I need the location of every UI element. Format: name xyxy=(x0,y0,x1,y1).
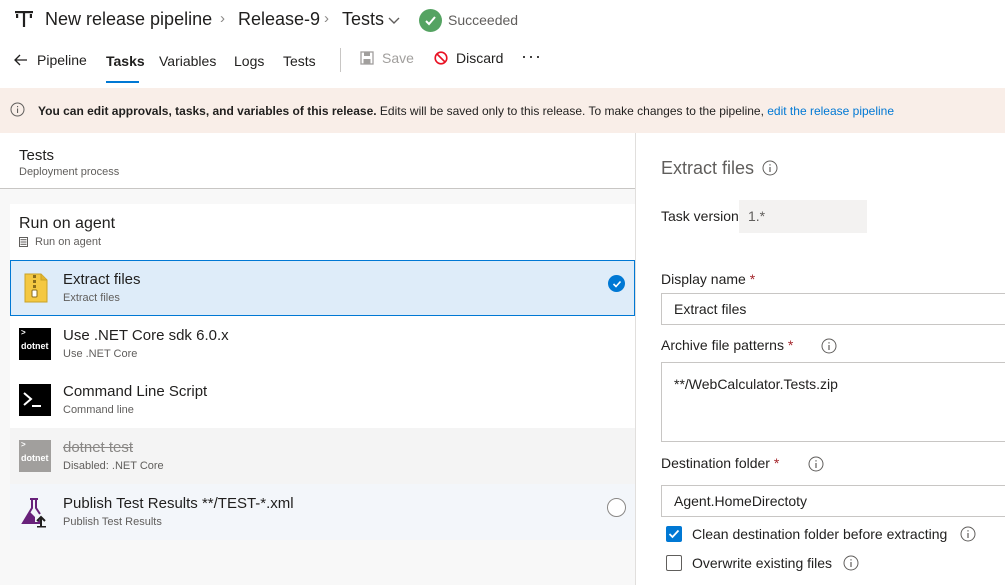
task-version-select[interactable]: 1.* xyxy=(739,200,867,233)
task-subtitle: Use .NET Core xyxy=(63,348,138,360)
breadcrumb-separator-icon: › xyxy=(220,10,225,27)
task-command-line-script[interactable]: Command Line Script Command line xyxy=(10,372,635,428)
task-subtitle: Disabled: .NET Core xyxy=(63,460,164,472)
task-details-panel: Extract files Task version 1.* Display n… xyxy=(637,133,1005,585)
server-icon xyxy=(19,237,28,247)
tab-tests[interactable]: Tests xyxy=(283,53,316,69)
info-icon[interactable] xyxy=(843,555,859,571)
terminal-icon xyxy=(19,384,51,416)
overwrite-files-checkbox[interactable] xyxy=(666,555,682,571)
archive-patterns-textarea[interactable]: **/WebCalculator.Tests.zip xyxy=(661,362,1005,442)
tab-logs[interactable]: Logs xyxy=(234,53,264,69)
toolbar-divider xyxy=(340,48,341,72)
zip-archive-icon xyxy=(24,273,48,303)
info-icon xyxy=(10,102,25,117)
save-label: Save xyxy=(382,50,414,66)
breadcrumb-pipeline[interactable]: New release pipeline xyxy=(45,9,212,30)
save-button[interactable]: Save xyxy=(360,50,414,66)
agent-job[interactable]: Run on agent Run on agent xyxy=(10,204,635,260)
breadcrumb-release[interactable]: Release-9 xyxy=(238,9,320,30)
task-title: Extract files xyxy=(63,271,141,288)
required-marker: * xyxy=(749,271,756,287)
dotnet-icon: > dotnet xyxy=(19,328,51,360)
archive-patterns-label-text: Archive file patterns xyxy=(661,337,784,353)
arrow-left-icon xyxy=(14,54,27,66)
deployment-process-panel: Tests Deployment process Run on agent Ru… xyxy=(0,133,636,585)
edit-info-banner: You can edit approvals, tasks, and varia… xyxy=(0,88,1005,133)
stage-title: Tests xyxy=(19,147,55,164)
clean-destination-label: Clean destination folder before extracti… xyxy=(692,526,948,542)
flask-upload-icon xyxy=(21,498,46,528)
task-version-label: Task version xyxy=(661,208,739,224)
task-select-radio[interactable] xyxy=(607,498,626,517)
task-title: dotnet test xyxy=(63,439,134,456)
destination-folder-label: Destination folder * xyxy=(661,455,779,471)
info-icon[interactable] xyxy=(762,160,778,176)
display-name-label-text: Display name xyxy=(661,271,746,287)
required-marker: * xyxy=(787,337,794,353)
task-use-dotnet-sdk[interactable]: > dotnet Use .NET Core sdk 6.0.x Use .NE… xyxy=(10,316,635,372)
discard-button[interactable]: Discard xyxy=(434,50,503,66)
chevron-down-icon[interactable] xyxy=(387,13,401,27)
more-actions-icon[interactable]: ··· xyxy=(521,46,542,67)
destination-folder-label-text: Destination folder xyxy=(661,455,770,471)
clean-destination-checkbox[interactable] xyxy=(666,526,682,542)
agent-job-subtitle: Run on agent xyxy=(19,236,101,248)
task-dotnet-test[interactable]: > dotnet dotnet test Disabled: .NET Core xyxy=(10,428,635,484)
stage-subtitle: Deployment process xyxy=(19,166,120,178)
archive-patterns-label: Archive file patterns * xyxy=(661,337,793,353)
breadcrumb-separator-icon: › xyxy=(324,10,329,27)
task-subtitle: Publish Test Results xyxy=(63,516,162,528)
stage-header[interactable]: Tests Deployment process xyxy=(0,133,635,189)
task-publish-test-results[interactable]: Publish Test Results **/TEST-*.xml Publi… xyxy=(10,484,635,540)
task-title: Use .NET Core sdk 6.0.x xyxy=(63,327,229,344)
details-title: Extract files xyxy=(661,158,755,178)
back-label: Pipeline xyxy=(37,52,87,68)
status-text: Succeeded xyxy=(448,12,519,28)
success-check-icon xyxy=(419,8,442,32)
active-tab-indicator xyxy=(106,81,139,83)
breadcrumb-stage[interactable]: Tests xyxy=(342,9,384,30)
task-subtitle: Command line xyxy=(63,404,134,416)
banner-bold-text: You can edit approvals, tasks, and varia… xyxy=(38,104,377,118)
info-icon[interactable] xyxy=(808,456,824,472)
edit-release-pipeline-link[interactable]: edit the release pipeline xyxy=(767,104,894,118)
back-to-pipeline-link[interactable]: Pipeline xyxy=(14,52,87,68)
overwrite-files-label: Overwrite existing files xyxy=(692,555,833,571)
display-name-input[interactable]: Extract files xyxy=(661,293,1005,325)
status-badge: Succeeded xyxy=(419,8,518,32)
dotnet-prompt-glyph: > xyxy=(21,328,26,337)
required-marker: * xyxy=(773,455,780,471)
dotnet-icon: > dotnet xyxy=(19,440,51,472)
destination-folder-input[interactable]: Agent.HomeDirectoty xyxy=(661,485,1005,517)
banner-text: You can edit approvals, tasks, and varia… xyxy=(38,104,894,118)
task-title: Publish Test Results **/TEST-*.xml xyxy=(63,495,294,512)
save-icon xyxy=(360,51,374,65)
dotnet-icon-text: dotnet xyxy=(21,453,49,463)
dotnet-prompt-glyph: > xyxy=(21,440,26,449)
display-name-label: Display name * xyxy=(661,271,755,287)
task-title: Command Line Script xyxy=(63,383,208,400)
info-icon[interactable] xyxy=(960,526,976,542)
tab-variables[interactable]: Variables xyxy=(159,53,216,69)
discard-label: Discard xyxy=(456,50,504,66)
header-bar: New release pipeline › Release-9 › Tests… xyxy=(0,0,1005,40)
task-extract-files[interactable]: Extract files Extract files xyxy=(10,260,635,316)
info-icon[interactable] xyxy=(821,338,837,354)
checkmark-icon xyxy=(668,529,680,539)
dotnet-icon-text: dotnet xyxy=(21,341,49,351)
banner-body-text: Edits will be saved only to this release… xyxy=(376,104,768,118)
toolbar: Pipeline Tasks Variables Logs Tests Save… xyxy=(0,40,1005,84)
agent-job-subtitle-text: Run on agent xyxy=(35,236,102,248)
agent-job-title: Run on agent xyxy=(19,215,116,232)
task-subtitle: Extract files xyxy=(63,292,120,304)
pipeline-icon xyxy=(15,11,33,27)
selected-check-icon xyxy=(608,275,625,292)
discard-icon xyxy=(434,51,448,65)
tab-tasks[interactable]: Tasks xyxy=(106,53,145,69)
